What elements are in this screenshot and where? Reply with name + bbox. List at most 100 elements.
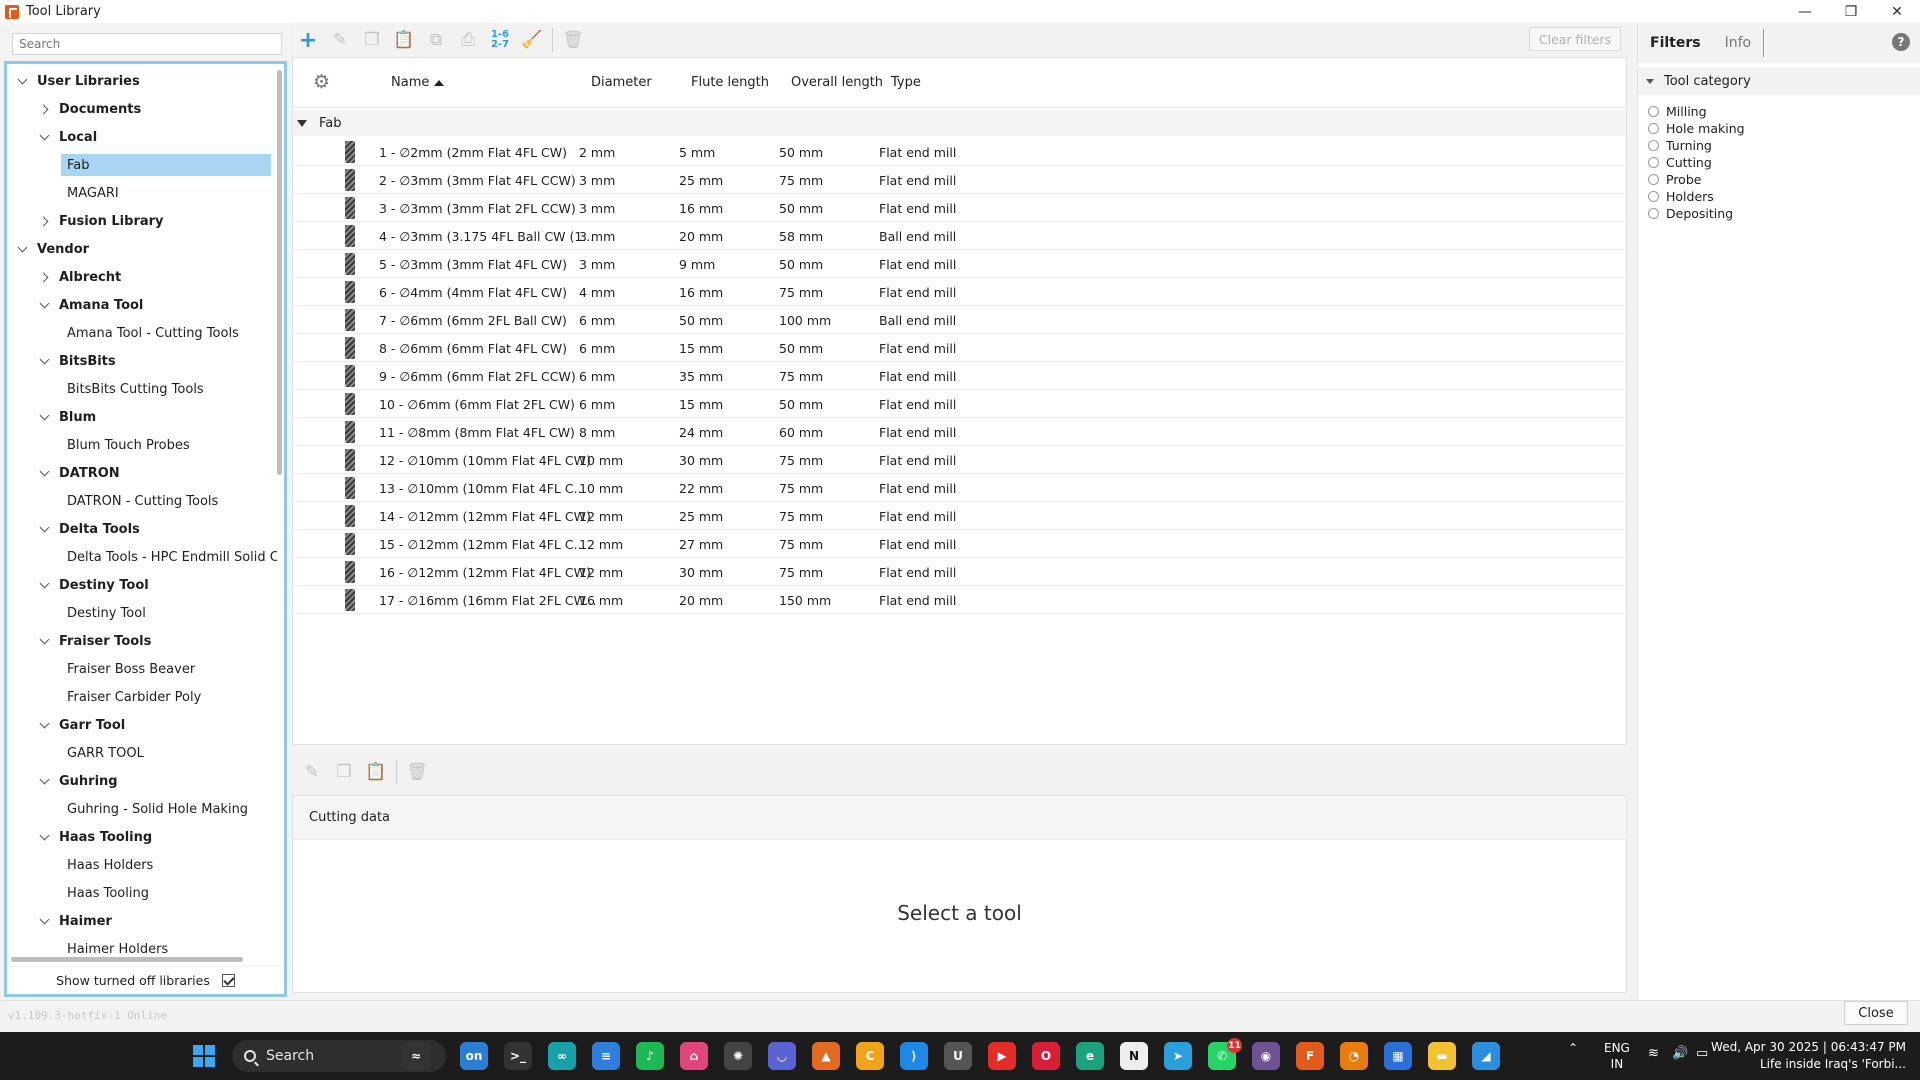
tree-folder-item[interactable]: Vendor [17, 238, 89, 260]
tree-library-item[interactable]: BitsBits Cutting Tools [61, 378, 204, 400]
close-window-button[interactable]: ✕ [1874, 0, 1920, 23]
table-row[interactable]: 9 - ∅6mm (6mm Flat 2FL CCW) 6 mm 35 mm 75 m… [293, 362, 1626, 390]
edit-preset-button[interactable]: ✎ [296, 758, 328, 786]
table-row[interactable]: 5 - ∅3mm (3mm Flat 4FL CW) 3 mm 9 mm 50 mm F… [293, 250, 1626, 278]
category-radio[interactable] [1648, 140, 1659, 151]
table-row[interactable]: 11 - ∅8mm (8mm Flat 4FL CW) 8 mm 24 mm 60 m… [293, 418, 1626, 446]
paste-tool-button[interactable]: 📋 [388, 26, 420, 54]
spotify-icon[interactable]: ♪ [636, 1042, 664, 1070]
column-header-name[interactable]: Name [391, 75, 445, 90]
category-radio[interactable] [1648, 157, 1659, 168]
ubisoft-icon[interactable]: U [944, 1042, 972, 1070]
chevron-down-icon[interactable] [39, 915, 51, 927]
chevron-down-icon[interactable] [17, 243, 29, 255]
column-header-type[interactable]: Type [891, 75, 921, 90]
add-tool-button[interactable]: + [292, 26, 324, 54]
azure-icon[interactable]: ◢ [1472, 1042, 1500, 1070]
group-row-fab[interactable]: Fab [293, 110, 1626, 136]
category-option[interactable]: Depositing [1648, 205, 1733, 222]
table-row[interactable]: 8 - ∅6mm (6mm Flat 4FL CW) 6 mm 15 mm 50 mm… [293, 334, 1626, 362]
tree-library-item[interactable]: Fab [61, 154, 271, 176]
taskbar-clock[interactable]: Wed, Apr 30 2025 | 06:43:47 PM Life insi… [1711, 1039, 1906, 1073]
table-row[interactable]: 13 - ∅10mm (10mm Flat 4FL C... 10 mm 22 mm… [293, 474, 1626, 502]
close-button[interactable]: Close [1844, 1001, 1908, 1025]
chevron-right-icon[interactable] [39, 271, 51, 283]
fish-app-icon[interactable]: ≈ [402, 1042, 430, 1070]
category-option[interactable]: Cutting [1648, 154, 1712, 171]
tab-filters[interactable]: Filters [1638, 29, 1713, 57]
paste-preset-button[interactable]: 📋 [360, 758, 392, 786]
onenote-icon[interactable]: on [460, 1042, 488, 1070]
chevron-down-icon[interactable] [39, 355, 51, 367]
chevron-down-icon[interactable] [39, 579, 51, 591]
tree-library-item[interactable]: Guhring - Solid Hole Making [61, 798, 248, 820]
tree-library-item[interactable]: Haas Holders [61, 854, 153, 876]
notepad-icon[interactable]: ≡ [592, 1042, 620, 1070]
language-indicator[interactable]: ENG IN [1604, 1040, 1630, 1072]
copy-tool-button[interactable]: ❐ [356, 26, 388, 54]
tree-folder-item[interactable]: Delta Tools [39, 518, 140, 540]
tree-horizontal-scrollbar[interactable] [11, 957, 243, 962]
calendar-app-icon[interactable]: ▦ [1384, 1042, 1412, 1070]
file-explorer-icon[interactable]: ▬ [1428, 1042, 1456, 1070]
chevron-down-icon[interactable] [39, 523, 51, 535]
column-header-overall-length[interactable]: Overall length [791, 75, 883, 90]
tree-folder-item[interactable]: Documents [39, 98, 141, 120]
show-turned-off-checkbox[interactable] [221, 974, 235, 987]
copy-preset-button[interactable]: ❐ [328, 758, 360, 786]
tree-library-item[interactable]: Haas Tooling [61, 882, 149, 904]
chevron-up-icon[interactable]: ⌃ [1568, 1040, 1578, 1056]
github-icon[interactable]: ◉ [1252, 1042, 1280, 1070]
column-header-flute-length[interactable]: Flute length [691, 75, 769, 90]
tree-vertical-scrollbar[interactable] [277, 70, 282, 475]
category-radio[interactable] [1648, 106, 1659, 117]
blender-icon[interactable]: ◔ [1340, 1042, 1368, 1070]
tree-folder-item[interactable]: DATRON [39, 462, 120, 484]
chevron-down-icon[interactable] [39, 411, 51, 423]
tree-library-item[interactable]: DATRON - Cutting Tools [61, 490, 218, 512]
table-row[interactable]: 1 - ∅2mm (2mm Flat 4FL CW) 2 mm 5 mm 50 mm F… [293, 138, 1626, 166]
tab-info[interactable]: Info [1713, 29, 1765, 57]
tree-library-item[interactable]: MAGARI [61, 182, 119, 204]
youtube-icon[interactable]: ▶ [988, 1042, 1016, 1070]
category-option[interactable]: Hole making [1648, 120, 1745, 137]
table-row[interactable]: 4 - ∅3mm (3.175 4FL Ball CW (1... 3 mm 20 … [293, 222, 1626, 250]
opera-icon[interactable]: O [1032, 1042, 1060, 1070]
category-radio[interactable] [1648, 208, 1659, 219]
notion-icon[interactable]: N [1120, 1042, 1148, 1070]
column-header-diameter[interactable]: Diameter [591, 75, 652, 90]
windows-start-icon[interactable] [193, 1045, 215, 1067]
table-row[interactable]: 17 - ∅16mm (16mm Flat 2FL CW... 16 mm 20 m… [293, 586, 1626, 614]
chevron-down-icon[interactable] [39, 467, 51, 479]
tree-folder-item[interactable]: Haas Tooling [39, 826, 152, 848]
tree-folder-item[interactable]: User Libraries [17, 70, 140, 92]
category-option[interactable]: Milling [1648, 103, 1707, 120]
vscode-icon[interactable]: ⟩ [900, 1042, 928, 1070]
tree-folder-item[interactable]: Garr Tool [39, 714, 125, 736]
chevron-down-icon[interactable] [39, 635, 51, 647]
chevron-down-icon[interactable] [39, 831, 51, 843]
whatsapp-icon[interactable]: ✆ 11 [1208, 1038, 1242, 1070]
tree-folder-item[interactable]: Destiny Tool [39, 574, 149, 596]
tree-library-item[interactable]: Blum Touch Probes [61, 434, 190, 456]
table-row[interactable]: 6 - ∅4mm (4mm Flat 4FL CW) 4 mm 16 mm 75 mm… [293, 278, 1626, 306]
tab-cutting-data[interactable]: Cutting data [293, 796, 1626, 840]
clear-filters-button[interactable]: Clear filters [1529, 27, 1621, 51]
tree-folder-item[interactable]: Fusion Library [39, 210, 164, 232]
restore-button[interactable]: ❐ [1828, 0, 1874, 23]
collapse-icon[interactable] [297, 119, 307, 127]
tree-folder-item[interactable]: Albrecht [39, 266, 121, 288]
edge-icon[interactable]: e [1076, 1042, 1104, 1070]
delete-preset-button[interactable]: 🗑 [401, 758, 433, 786]
wifi-icon[interactable]: ≋ [1648, 1046, 1659, 1062]
category-option[interactable]: Turning [1648, 137, 1712, 154]
chevron-right-icon[interactable] [39, 103, 51, 115]
table-row[interactable]: 16 - ∅12mm (12mm Flat 4FL CW) 12 mm 30 mm 7… [293, 558, 1626, 586]
table-row[interactable]: 10 - ∅6mm (6mm Flat 2FL CW) 6 mm 15 mm 50 m… [293, 390, 1626, 418]
chevron-down-icon[interactable] [39, 299, 51, 311]
delete-tool-button[interactable]: 🗑 [557, 26, 589, 54]
battery-icon[interactable]: ▭ [1696, 1046, 1708, 1062]
chatgpt-icon[interactable]: ✺ [724, 1042, 752, 1070]
tree-folder-item[interactable]: Haimer [39, 910, 112, 932]
matlab-icon[interactable]: ▲ [812, 1042, 840, 1070]
